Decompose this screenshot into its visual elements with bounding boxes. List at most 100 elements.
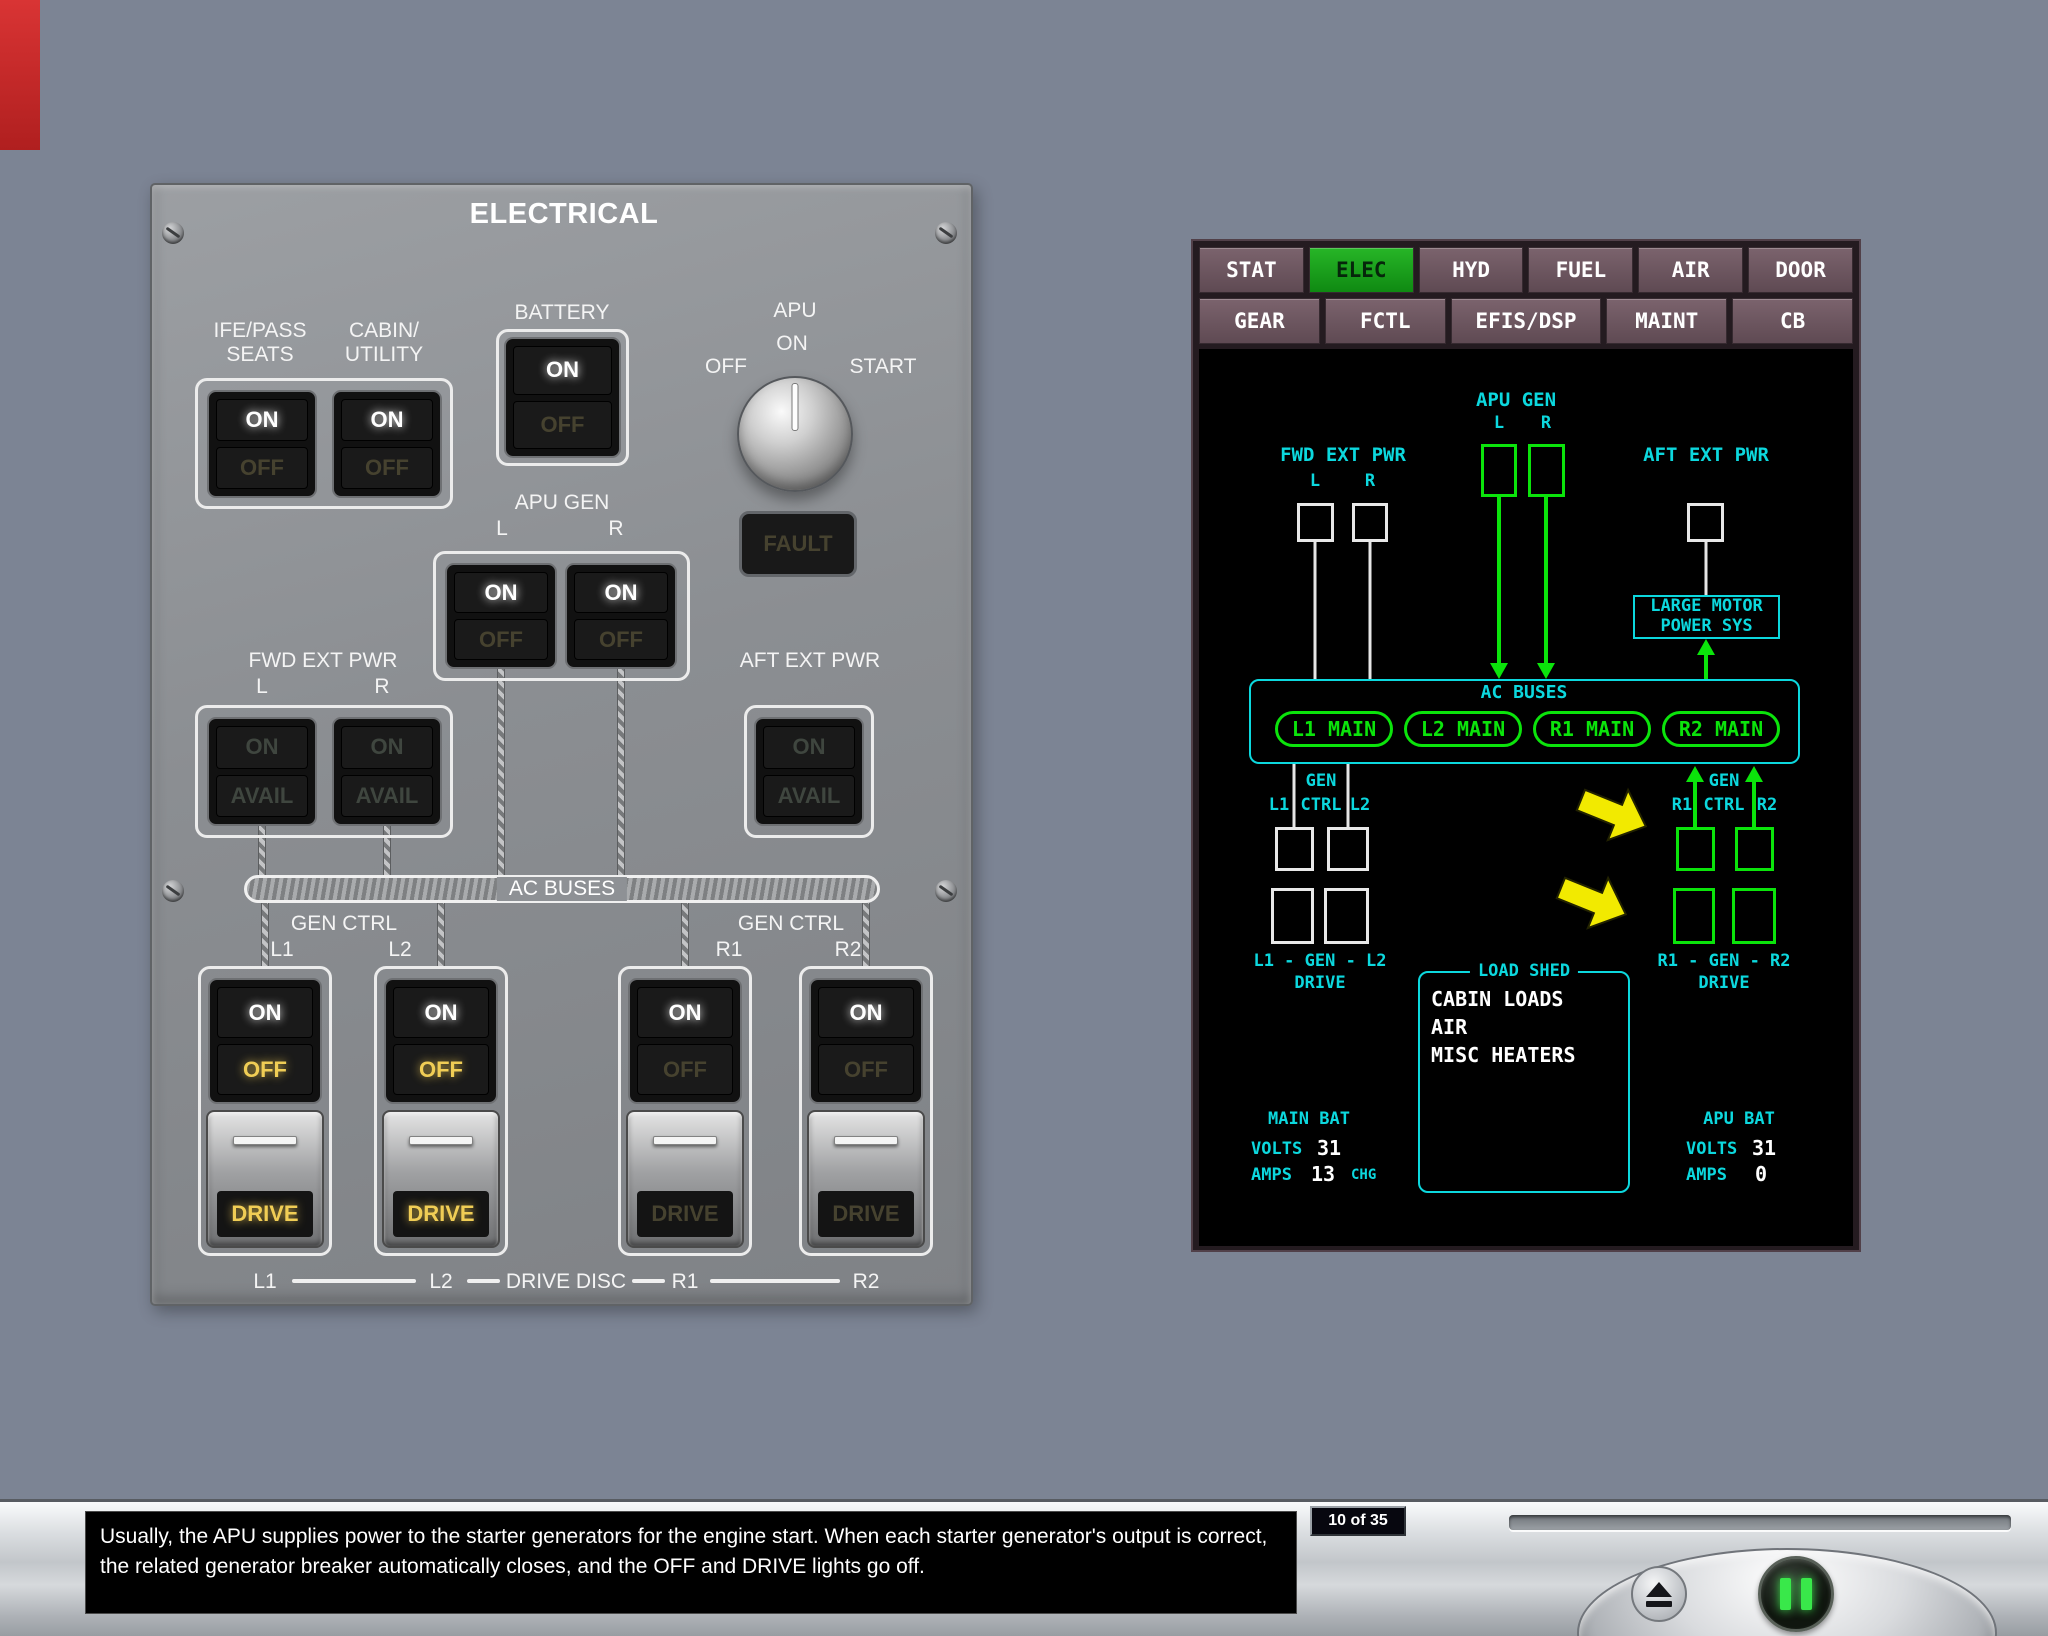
ife-pass-seats-label: IFE/PASS SEATS xyxy=(213,319,307,366)
gen-ctrl-l1-on-light: ON xyxy=(217,987,313,1038)
wire xyxy=(617,669,625,875)
r1-main-bus: R1 MAIN xyxy=(1533,711,1651,747)
fwd-ext-pwr-r-switch[interactable]: ON AVAIL xyxy=(332,717,442,826)
cabin-utility-switch[interactable]: ON OFF xyxy=(332,390,442,498)
syn-apu-gen-label: APU GEN xyxy=(1475,389,1557,411)
highlight-arrow-icon xyxy=(1575,787,1648,842)
fwd-ext-pwr-l-switch[interactable]: ON AVAIL xyxy=(207,717,317,826)
syn-apu-gen-r: R xyxy=(1540,413,1552,433)
apu-gen-r-label: R xyxy=(608,517,624,540)
screw-icon xyxy=(935,222,957,244)
gen-ctrl-l1-drive-light: DRIVE xyxy=(217,1191,313,1237)
ife-on-light: ON xyxy=(216,399,308,441)
gen-ctrl-l2-drive-light: DRIVE xyxy=(393,1191,489,1237)
gen-ctrl-l1-switch[interactable]: ON OFF xyxy=(208,978,322,1104)
fwd-ext-r-box xyxy=(1352,503,1388,542)
gen-ctrl-r1-label: R1 xyxy=(715,938,743,961)
lesson-caption: Usually, the APU supplies power to the s… xyxy=(85,1511,1297,1614)
cabin-utility-label: CABIN/UTILITY xyxy=(344,319,424,366)
eicas-tab-row-2: GEAR FCTL EFIS/DSP MAINT CB xyxy=(1199,298,1854,344)
gen-ctrl-r2-drive-light: DRIVE xyxy=(818,1191,914,1237)
gen-ctrl-r1-handle xyxy=(653,1136,717,1145)
apu-fault-light: FAULT xyxy=(739,511,857,577)
legend-line xyxy=(632,1279,665,1283)
r2-gen-drive-box xyxy=(1732,888,1776,944)
gen-ctrl-r1-switch[interactable]: ON OFF xyxy=(628,978,742,1104)
main-bat-amps-value: 13 xyxy=(1311,1162,1336,1186)
battery-off-light: OFF xyxy=(513,400,612,449)
aft-ext-box xyxy=(1687,503,1724,542)
main-bat-amps-label: AMPS xyxy=(1251,1165,1292,1185)
legend-line xyxy=(710,1279,840,1283)
apu-gen-l-on-light: ON xyxy=(454,572,548,613)
syn-apu-gen-l: L xyxy=(1493,413,1505,433)
apu-gen-r-off-light: OFF xyxy=(574,619,668,660)
ife-off-light: OFF xyxy=(216,447,308,489)
tab-fctl[interactable]: FCTL xyxy=(1324,298,1446,344)
tab-cb[interactable]: CB xyxy=(1732,298,1854,344)
gen-ctrl-left-label: GEN CTRL xyxy=(290,912,398,935)
tab-maint[interactable]: MAINT xyxy=(1606,298,1728,344)
pause-button[interactable] xyxy=(1758,1556,1834,1632)
progress-bar[interactable] xyxy=(1509,1515,2011,1530)
large-motor-power-sys-box: LARGE MOTOR POWER SYS xyxy=(1633,595,1780,639)
eject-button[interactable] xyxy=(1631,1566,1687,1622)
tab-fuel[interactable]: FUEL xyxy=(1528,247,1634,293)
screw-icon xyxy=(162,222,184,244)
cabin-on-light: ON xyxy=(341,399,433,441)
ife-pass-seats-switch[interactable]: ON OFF xyxy=(207,390,317,498)
gen-ctrl-r2-label: R2 xyxy=(834,938,862,961)
syn-right-gen-caption: R1 - GEN - R2 xyxy=(1657,951,1791,971)
tab-elec[interactable]: ELEC xyxy=(1308,247,1414,293)
gen-ctrl-r2-on-light: ON xyxy=(818,987,914,1038)
cbt-screen: ELECTRICAL IFE/PASS SEATS CABIN/UTILITY O… xyxy=(0,0,2048,1636)
tab-efis-dsp[interactable]: EFIS/DSP xyxy=(1450,298,1602,344)
tab-door[interactable]: DOOR xyxy=(1748,247,1853,293)
fwd-ext-r-on-light: ON xyxy=(341,726,433,769)
aft-ext-avail-light: AVAIL xyxy=(763,774,855,817)
gen-ctrl-l1-label: L1 xyxy=(270,938,294,961)
r1-gen-ctrl-box xyxy=(1676,827,1715,871)
wire xyxy=(497,669,505,875)
battery-switch[interactable]: ON OFF xyxy=(504,337,621,458)
gen-ctrl-l2-switch[interactable]: ON OFF xyxy=(384,978,498,1104)
gen-ctrl-r1-on-light: ON xyxy=(637,987,733,1038)
syn-aft-ext-label: AFT EXT PWR xyxy=(1643,444,1769,466)
r2-main-bus: R2 MAIN xyxy=(1662,711,1780,747)
apu-gen-l-breaker-box xyxy=(1481,444,1517,497)
apu-gen-r-on-light: ON xyxy=(574,572,668,613)
tab-air[interactable]: AIR xyxy=(1638,247,1744,293)
syn-left-gen: GEN xyxy=(1305,771,1337,791)
apu-label: APU xyxy=(773,299,817,322)
apu-gen-r-switch[interactable]: ON OFF xyxy=(565,563,677,669)
tab-hyd[interactable]: HYD xyxy=(1418,247,1524,293)
drive-disc-label: DRIVE DISC xyxy=(505,1270,627,1293)
fwd-ext-l-label: L xyxy=(256,675,268,698)
gen-ctrl-r2-off-light: OFF xyxy=(818,1044,914,1095)
cabin-off-light: OFF xyxy=(341,447,433,489)
gen-ctrl-l1-guard[interactable]: DRIVE xyxy=(206,1110,324,1248)
tab-gear[interactable]: GEAR xyxy=(1199,298,1320,344)
gen-ctrl-l2-guard[interactable]: DRIVE xyxy=(382,1110,500,1248)
gen-ctrl-r2-guard[interactable]: DRIVE xyxy=(807,1110,925,1248)
gen-ctrl-l2-handle xyxy=(409,1136,473,1145)
main-bat-chg-label: CHG xyxy=(1351,1167,1377,1183)
apu-gen-l-label: L xyxy=(496,517,508,540)
apu-start-selector-knob[interactable] xyxy=(737,376,853,492)
drive-disc-r2-label: R2 xyxy=(852,1270,880,1293)
gen-ctrl-right-label: GEN CTRL xyxy=(737,912,845,935)
wire xyxy=(261,903,269,966)
aft-ext-pwr-switch[interactable]: ON AVAIL xyxy=(754,717,864,826)
wire xyxy=(681,903,689,966)
r1-gen-drive-box xyxy=(1673,888,1715,944)
syn-ac-buses-label: AC BUSES xyxy=(1480,682,1568,703)
tab-stat[interactable]: STAT xyxy=(1199,247,1304,293)
gen-ctrl-r1-guard[interactable]: DRIVE xyxy=(626,1110,744,1248)
drive-disc-l1-label: L1 xyxy=(253,1270,277,1293)
load-shed-label: LOAD SHED xyxy=(1469,961,1579,981)
apu-gen-l-switch[interactable]: ON OFF xyxy=(445,563,557,669)
load-shed-items: CABIN LOADS AIR MISC HEATERS xyxy=(1431,987,1576,1067)
gen-ctrl-r2-switch[interactable]: ON OFF xyxy=(809,978,923,1104)
fwd-ext-r-label: R xyxy=(374,675,390,698)
page-indicator: 10 of 35 xyxy=(1310,1506,1406,1536)
